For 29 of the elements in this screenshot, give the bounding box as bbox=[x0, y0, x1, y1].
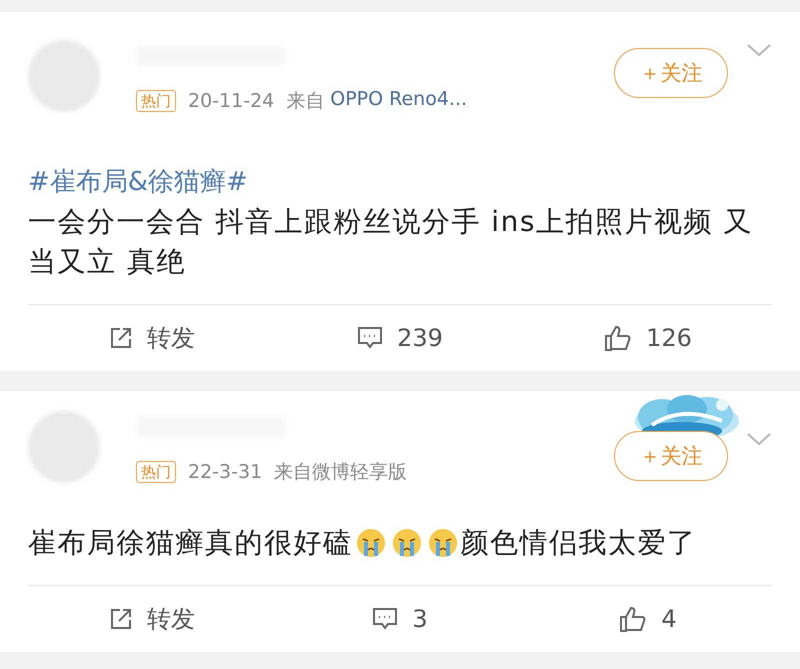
source-label: 来自 bbox=[274, 460, 312, 485]
hashtag-link[interactable]: #崔布局&徐猫癣# bbox=[28, 162, 772, 202]
source-name: 微博轻享版 bbox=[312, 460, 408, 485]
repost-button[interactable]: 转发 bbox=[28, 602, 276, 636]
source-link[interactable]: OPPO Reno4... bbox=[330, 88, 468, 114]
comment-icon bbox=[372, 607, 398, 631]
hot-badge: 热门 bbox=[136, 90, 176, 112]
post-date: 22-3-31 bbox=[188, 461, 262, 483]
post-text: 一会分一会合 抖音上跟粉丝说分手 ins上拍照片视频 又当又立 真绝 bbox=[28, 204, 754, 280]
thumbs-up-icon bbox=[619, 605, 648, 633]
post-text: 崔布局徐猫癣真的很好磕 bbox=[28, 525, 352, 561]
hot-badge: 热门 bbox=[136, 461, 176, 483]
like-button[interactable]: 126 bbox=[524, 323, 772, 353]
source-label: 来自 bbox=[286, 89, 324, 114]
comment-icon bbox=[357, 326, 384, 350]
crying-emoji-icon bbox=[428, 528, 458, 558]
crying-emoji-icon bbox=[392, 528, 422, 558]
like-button[interactable]: 4 bbox=[524, 604, 772, 634]
chevron-down-icon[interactable] bbox=[746, 431, 772, 447]
comment-button[interactable]: 239 bbox=[276, 323, 524, 353]
share-icon bbox=[109, 326, 133, 350]
crying-emoji-icon bbox=[356, 528, 386, 558]
post-date: 20-11-24 bbox=[188, 90, 274, 112]
repost-button[interactable]: 转发 bbox=[28, 321, 276, 355]
comment-button[interactable]: 3 bbox=[276, 604, 524, 634]
share-icon bbox=[109, 607, 133, 631]
thumbs-up-icon bbox=[604, 324, 632, 352]
chevron-down-icon[interactable] bbox=[746, 42, 772, 58]
post-text: 颜色情侣我太爱了 bbox=[460, 525, 696, 561]
